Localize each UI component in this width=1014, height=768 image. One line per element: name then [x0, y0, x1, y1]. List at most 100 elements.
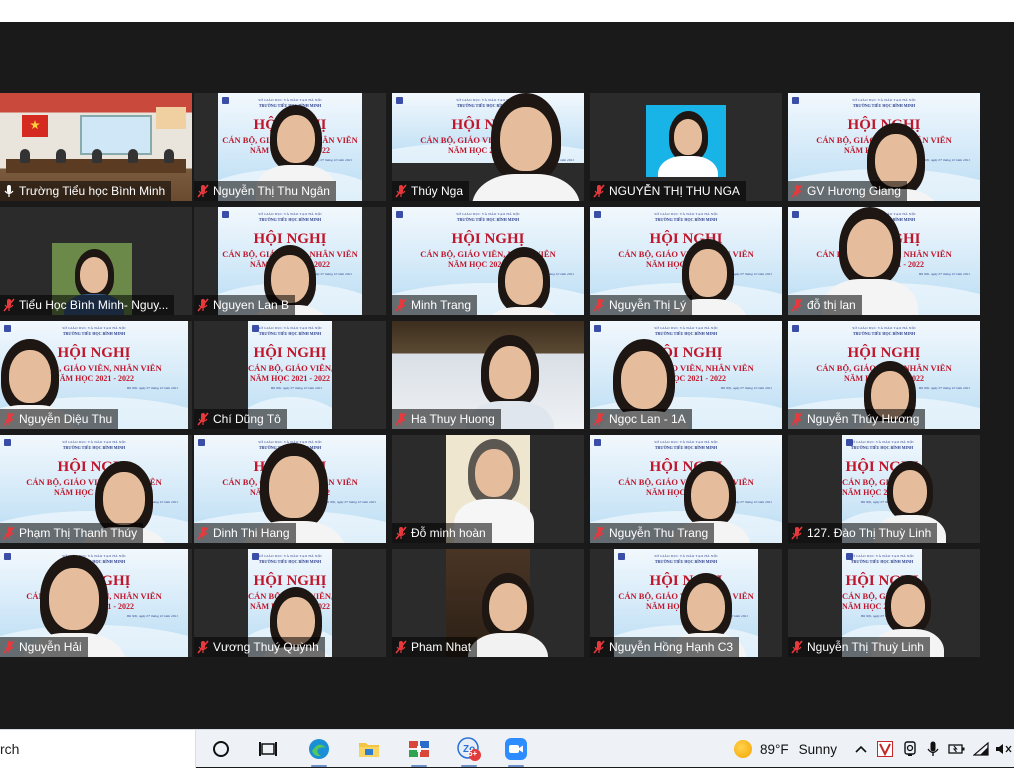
camera-app-icon[interactable]	[903, 741, 917, 757]
weather-temp: 89°F	[760, 741, 789, 757]
banner-school: TRƯỜNG TIỂU HỌC BÌNH MINH	[258, 217, 322, 222]
participant-name-label: đỗ thị lan	[788, 295, 862, 315]
participant-tile[interactable]: SỞ GIÁO DỤC VÀ ĐÀO TẠO HÀ NỘITRƯỜNG TIỂU…	[590, 207, 782, 315]
microphone-icon[interactable]	[927, 741, 939, 757]
participant-name-label: Nguyễn Diệu Thu	[0, 409, 119, 429]
microphone-icon	[2, 184, 16, 198]
sun-icon	[734, 740, 752, 758]
participant-tile[interactable]: SỞ GIÁO DỤC VÀ ĐÀO TẠO HÀ NỘITRƯỜNG TIỂU…	[392, 93, 584, 201]
wifi-icon[interactable]	[973, 741, 989, 757]
banner-ministry: SỞ GIÁO DỤC VÀ ĐÀO TẠO HÀ NỘI	[654, 554, 718, 558]
banner-sub: CÁN BỘ, GIÁO VIÊN, NHÂN VIÊN	[248, 363, 332, 373]
participant-tile[interactable]: Trường Tiểu học Bình Minh	[0, 93, 192, 201]
muted-microphone-icon	[592, 640, 606, 654]
participant-tile[interactable]: SỞ GIÁO DỤC VÀ ĐÀO TẠO HÀ NỘITRƯỜNG TIỂU…	[590, 321, 782, 429]
participant-tile[interactable]: SỞ GIÁO DỤC VÀ ĐÀO TẠO HÀ NỘITRƯỜNG TIỂU…	[194, 549, 386, 657]
muted-microphone-icon	[196, 412, 210, 426]
muted-microphone-icon	[790, 526, 804, 540]
show-hidden-icons-chevron-icon[interactable]	[854, 741, 868, 757]
banner-ministry: SỞ GIÁO DỤC VÀ ĐÀO TẠO HÀ NỘI	[258, 98, 322, 102]
participant-tile[interactable]: SỞ GIÁO DỤC VÀ ĐÀO TẠO HÀ NỘITRƯỜNG TIỂU…	[0, 435, 192, 543]
muted-microphone-icon	[790, 184, 804, 198]
muted-microphone-icon	[592, 526, 606, 540]
participant-name-label: Nguyễn Thúy Hương	[788, 409, 926, 429]
muted-microphone-icon	[394, 184, 408, 198]
participant-tile[interactable]: SỞ GIÁO DỤC VÀ ĐÀO TẠO HÀ NỘITRƯỜNG TIỂU…	[788, 207, 980, 315]
task-view-icon[interactable]	[254, 735, 282, 763]
banner-ministry: SỞ GIÁO DỤC VÀ ĐÀO TẠO HÀ NỘI	[654, 440, 718, 444]
participant-name-label: Dinh Thi Hang	[194, 523, 296, 543]
participant-tile[interactable]: SỞ GIÁO DỤC VÀ ĐÀO TẠO HÀ NỘITRƯỜNG TIỂU…	[788, 549, 980, 657]
participant-name-label: Minh Trang	[392, 295, 478, 315]
zalo-badge: 5+	[468, 749, 478, 758]
taskbar-search-box[interactable]: rch	[0, 730, 196, 768]
participant-name: Đỗ minh hoàn	[411, 526, 486, 540]
volume-muted-icon[interactable]	[995, 741, 1013, 757]
banner-school: TRƯỜNG TIỂU HỌC BÌNH MINH	[850, 445, 914, 450]
participant-name-label: Trường Tiểu học Bình Minh	[0, 181, 172, 201]
vietkey-icon[interactable]	[877, 741, 893, 757]
muted-microphone-icon	[790, 298, 804, 312]
banner-ministry: SỞ GIÁO DỤC VÀ ĐÀO TẠO HÀ NỘI	[654, 212, 718, 216]
banner-heading: HỘI NGHỊ	[451, 231, 525, 247]
participant-name-label: Thúy Nga	[392, 181, 470, 201]
participant-tile[interactable]: SỞ GIÁO DỤC VÀ ĐÀO TẠO HÀ NỘITRƯỜNG TIỂU…	[590, 549, 782, 657]
weather-widget[interactable]: 89°F Sunny	[734, 730, 837, 768]
participant-tile[interactable]: Ha Thuy Huong	[392, 321, 584, 429]
muted-microphone-icon	[394, 412, 408, 426]
participant-tile[interactable]: SỞ GIÁO DỤC VÀ ĐÀO TẠO HÀ NỘITRƯỜNG TIỂU…	[194, 207, 386, 315]
muted-microphone-icon	[592, 412, 606, 426]
muted-microphone-icon	[196, 298, 210, 312]
participant-name-label: 127. Đào Thị Thuỳ Linh	[788, 523, 938, 543]
video-gallery: Trường Tiểu học Bình Minh SỞ GIÁO DỤC VÀ …	[0, 22, 1014, 729]
banner-school: TRƯỜNG TIỂU HỌC BÌNH MINH	[654, 559, 718, 564]
file-explorer-icon[interactable]	[355, 735, 383, 763]
participant-name-label: Ha Thuy Huong	[392, 409, 501, 429]
participant-tile[interactable]: SỞ GIÁO DỤC VÀ ĐÀO TẠO HÀ NỘITRƯỜNG TIỂU…	[590, 435, 782, 543]
participant-tile[interactable]: SỞ GIÁO DỤC VÀ ĐÀO TẠO HÀ NỘITRƯỜNG TIỂU…	[194, 321, 386, 429]
participant-name: Nguyễn Diệu Thu	[19, 412, 113, 426]
participant-name-label: Nguyễn Hồng Hạnh C3	[590, 637, 740, 657]
participant-tile[interactable]: SỞ GIÁO DỤC VÀ ĐÀO TẠO HÀ NỘITRƯỜNG TIỂU…	[788, 435, 980, 543]
cortana-icon[interactable]	[207, 735, 235, 763]
banner-ministry: SỞ GIÁO DỤC VÀ ĐÀO TẠO HÀ NỘI	[654, 326, 718, 330]
participant-tile[interactable]: Pham Nhat	[392, 549, 584, 657]
banner-ministry: SỞ GIÁO DỤC VÀ ĐÀO TẠO HÀ NỘI	[850, 440, 914, 444]
participant-name-label: Phạm Thị Thanh Thúy	[0, 523, 144, 543]
participant-name: Nguyễn Hải	[19, 640, 82, 654]
zoom-icon[interactable]	[502, 735, 530, 767]
participant-person	[472, 93, 580, 201]
participant-tile[interactable]: Tiểu Học Bình Minh- Nguy...	[0, 207, 192, 315]
participant-tile[interactable]: SỞ GIÁO DỤC VÀ ĐÀO TẠO HÀ NỘITRƯỜNG TIỂU…	[194, 435, 386, 543]
participant-name-label: Nguyễn Thị Lý	[590, 295, 693, 315]
participant-name: Tiểu Học Bình Minh- Nguy...	[19, 298, 169, 312]
participant-tile[interactable]: Đỗ minh hoàn	[392, 435, 584, 543]
participant-tile[interactable]: SỞ GIÁO DỤC VÀ ĐÀO TẠO HÀ NỘITRƯỜNG TIỂU…	[194, 93, 386, 201]
participant-name: Nguyễn Thị Thuỳ Linh	[807, 640, 924, 654]
participant-tile[interactable]: SỞ GIÁO DỤC VÀ ĐÀO TẠO HÀ NỘITRƯỜNG TIỂU…	[392, 207, 584, 315]
participant-tile[interactable]: SỞ GIÁO DỤC VÀ ĐÀO TẠO HÀ NỘITRƯỜNG TIỂU…	[0, 321, 192, 429]
muted-microphone-icon	[2, 640, 16, 654]
profile-photo	[646, 105, 726, 177]
banner-date: Hà Nội, ngày 07 tháng 10 năm 2021	[270, 386, 322, 390]
participant-name-label: NGUYỄN THỊ THU NGA	[590, 181, 746, 201]
edge-icon[interactable]	[305, 735, 333, 767]
banner-school: TRƯỜNG TIỂU HỌC BÌNH MINH	[654, 217, 718, 222]
banner-school: TRƯỜNG TIỂU HỌC BÌNH MINH	[258, 559, 322, 564]
participant-tile[interactable]: SỞ GIÁO DỤC VÀ ĐÀO TẠO HÀ NỘITRƯỜNG TIỂU…	[0, 549, 192, 657]
participant-name-label: Tiểu Học Bình Minh- Nguy...	[0, 295, 175, 315]
battery-icon[interactable]	[948, 741, 966, 757]
office-app-icon[interactable]	[405, 735, 433, 767]
banner-ministry: SỞ GIÁO DỤC VÀ ĐÀO TẠO HÀ NỘI	[456, 212, 520, 216]
participant-tile[interactable]: SỞ GIÁO DỤC VÀ ĐÀO TẠO HÀ NỘITRƯỜNG TIỂU…	[788, 321, 980, 429]
participant-tile[interactable]: SỞ GIÁO DỤC VÀ ĐÀO TẠO HÀ NỘITRƯỜNG TIỂU…	[788, 93, 980, 201]
banner-ministry: SỞ GIÁO DỤC VÀ ĐÀO TẠO HÀ NỘI	[258, 554, 322, 558]
participant-name-label: Ngọc Lan - 1A	[590, 409, 692, 429]
banner-date: Hà Nội, ngày 07 tháng 10 năm 2021	[126, 386, 178, 390]
zalo-icon[interactable]: Zo 5+	[455, 735, 483, 767]
window-top-bar	[0, 0, 1014, 22]
participant-name: Chí Dũng Tô	[213, 412, 281, 426]
participant-tile[interactable]: NGUYỄN THỊ THU NGA	[590, 93, 782, 201]
participant-name-label: Nguyễn Thị Thuỳ Linh	[788, 637, 930, 657]
participant-name: Ha Thuy Huong	[411, 412, 495, 426]
